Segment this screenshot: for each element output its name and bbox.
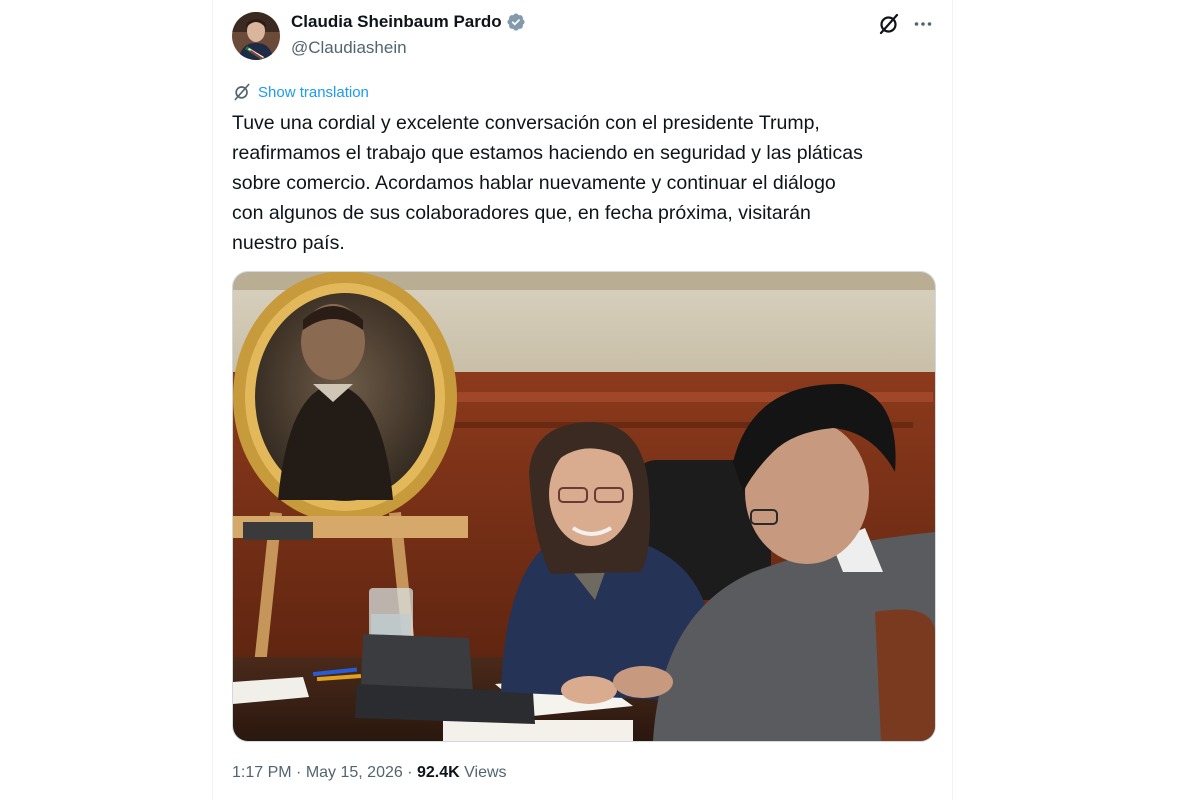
meta-separator: · bbox=[402, 764, 417, 781]
tweet-photo[interactable] bbox=[232, 271, 936, 742]
photo-image bbox=[233, 272, 935, 741]
avatar-image bbox=[232, 12, 280, 60]
author-handle[interactable]: @Claudiashein bbox=[291, 38, 407, 58]
avatar[interactable] bbox=[232, 12, 280, 60]
tweet-date[interactable]: May 15, 2026 bbox=[306, 764, 403, 781]
grok-icon bbox=[879, 13, 899, 35]
display-name[interactable]: Claudia Sheinbaum Pardo bbox=[291, 12, 502, 32]
show-translation-label: Show translation bbox=[258, 83, 369, 101]
translate-icon bbox=[234, 83, 250, 101]
more-options-button[interactable] bbox=[909, 10, 937, 38]
views-count: 92.4K bbox=[416, 764, 460, 781]
tweet-time[interactable]: 1:17 PM bbox=[232, 764, 292, 781]
verified-badge-icon bbox=[506, 12, 526, 32]
show-translation-link[interactable]: Show translation bbox=[232, 82, 369, 102]
author-name-row: Claudia Sheinbaum Pardo bbox=[291, 12, 526, 32]
views-label: Views bbox=[464, 764, 507, 781]
tweet-text: Tuve una cordial y excelente conversació… bbox=[232, 112, 863, 254]
timeline-right-border bbox=[952, 0, 953, 800]
tweet[interactable]: Claudia Sheinbaum Pardo @Claudiashein Sh… bbox=[213, 0, 952, 800]
grok-button[interactable] bbox=[875, 10, 903, 38]
tweet-metadata: 1:17 PM · May 15, 2026 · 92.4K Views bbox=[232, 764, 507, 782]
meta-separator: · bbox=[291, 764, 306, 781]
more-options-icon bbox=[914, 22, 932, 26]
